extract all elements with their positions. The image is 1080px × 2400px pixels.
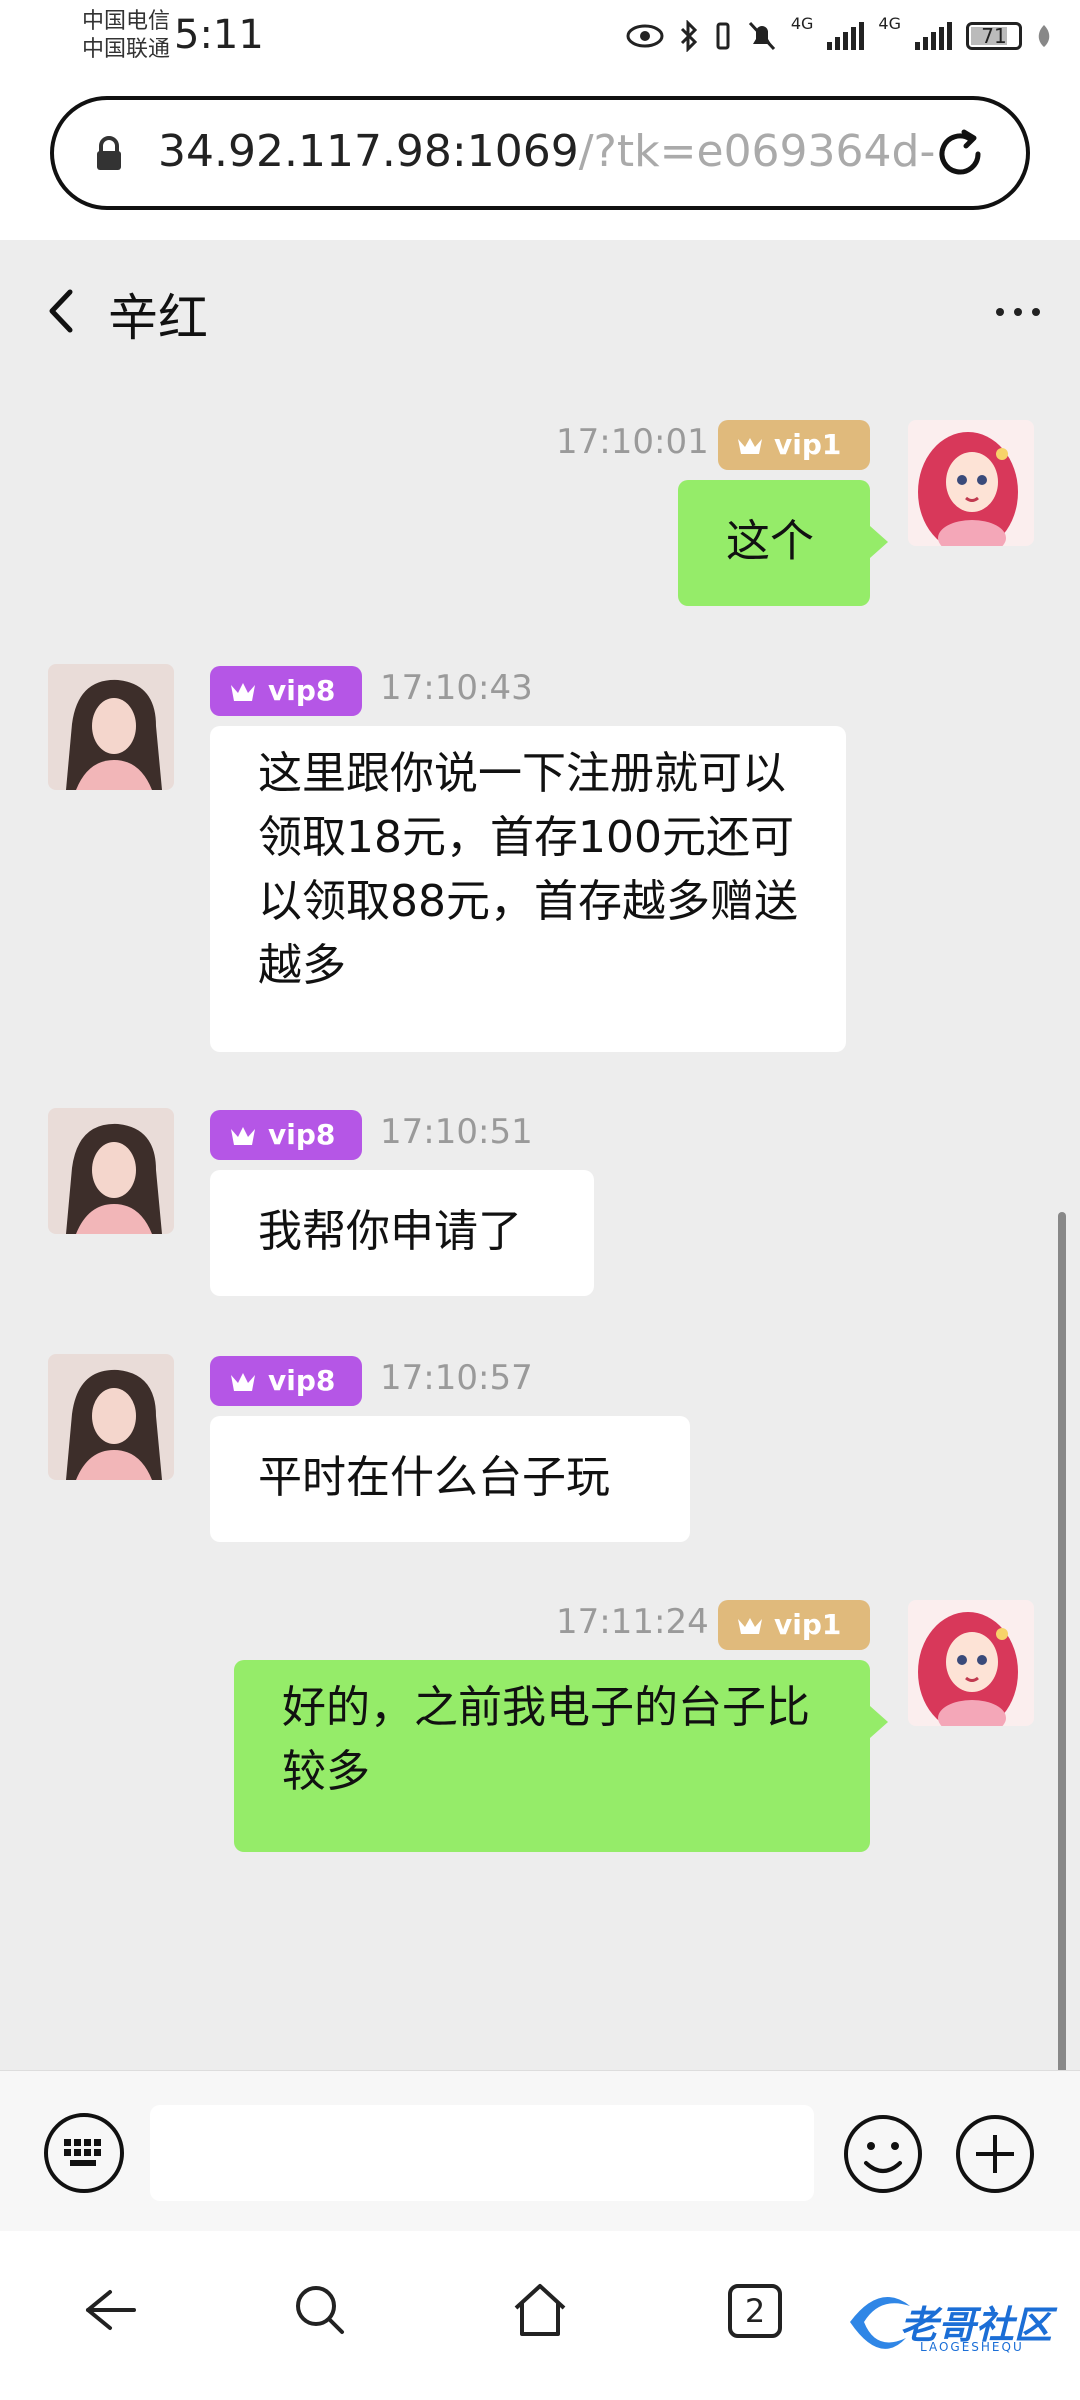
battery-icon: 71 — [966, 22, 1022, 50]
vip-level: vip8 — [268, 1364, 336, 1397]
avatar-contact[interactable] — [48, 1354, 174, 1480]
vip-level: vip8 — [268, 674, 336, 707]
message-bubble-outgoing[interactable]: 这个 — [678, 480, 870, 606]
carrier-2: 中国联通 — [82, 37, 171, 62]
bubble-tail — [870, 1706, 888, 1738]
avatar-cartoon-image — [908, 1600, 1034, 1726]
message-timestamp: 17:10:43 — [380, 668, 533, 708]
avatar-self[interactable] — [908, 420, 1034, 546]
vip-badge: vip8 — [210, 1356, 362, 1406]
carrier-info: 中国电信 中国联通 — [82, 8, 170, 64]
url-text[interactable]: 34.92.117.98:1069/?tk=e069364d- — [158, 126, 938, 177]
vip-crown-icon — [738, 1618, 762, 1634]
signal-icon — [827, 22, 865, 50]
vip-badge: vip8 — [210, 666, 362, 716]
emoji-icon[interactable] — [842, 2113, 924, 2195]
vip-crown-icon — [231, 683, 255, 701]
scrollbar[interactable] — [1058, 1212, 1066, 2208]
back-icon[interactable] — [76, 2278, 140, 2342]
vip-level: vip8 — [268, 1118, 336, 1151]
bluetooth-icon — [680, 20, 697, 52]
message-timestamp: 17:11:24 — [556, 1602, 709, 1642]
vip-crown-icon — [231, 1127, 255, 1145]
avatar-photo-image — [48, 664, 174, 790]
vip-badge: vip1 — [718, 420, 870, 470]
add-attachment-icon[interactable] — [954, 2113, 1036, 2195]
vip-level: vip1 — [774, 428, 842, 461]
status-icons: 4G 4G 71 — [625, 14, 1052, 58]
contact-name: 辛红 — [108, 289, 208, 347]
carrier-1: 中国电信 — [82, 9, 171, 34]
eye-icon — [626, 24, 664, 48]
network-label-2: 4G — [878, 14, 901, 33]
vip-crown-icon — [738, 438, 762, 454]
watermark-subtext: LAOGESHEQU — [920, 2340, 1024, 2354]
vip-level: vip1 — [774, 1608, 842, 1641]
message-input[interactable] — [150, 2105, 814, 2201]
url-path: /?tk=e069364d- — [578, 126, 936, 177]
status-time: 5:11 — [174, 12, 264, 58]
browser-nav-bar: 2 老哥社区 LAOGESHEQU — [0, 2232, 1080, 2400]
reload-icon[interactable] — [930, 124, 990, 184]
lock-icon — [97, 136, 121, 170]
avatar-contact[interactable] — [48, 664, 174, 790]
vip-badge: vip8 — [210, 1110, 362, 1160]
url-bar[interactable]: 34.92.117.98:1069/?tk=e069364d- — [50, 96, 1030, 210]
home-icon[interactable] — [508, 2278, 572, 2342]
avatar-cartoon-image — [908, 420, 1034, 546]
vibrate-icon — [716, 22, 730, 50]
search-icon[interactable] — [288, 2278, 352, 2342]
message-timestamp: 17:10:01 — [556, 422, 709, 462]
message-timestamp: 17:10:51 — [380, 1112, 533, 1152]
message-bubble-outgoing[interactable]: 好的，之前我电子的台子比较多 — [234, 1660, 870, 1852]
leaf-icon — [1038, 25, 1050, 47]
watermark-logo: 老哥社区 LAOGESHEQU — [840, 2282, 1070, 2366]
chat-area[interactable]: 辛红 17:10:01 vip1 这个 vip8 17:10:43 这里跟你说一… — [0, 240, 1080, 2070]
back-arrow-icon[interactable] — [46, 288, 74, 334]
avatar-self[interactable] — [908, 1600, 1034, 1726]
input-bar — [0, 2070, 1080, 2231]
message-bubble-incoming[interactable]: 我帮你申请了 — [210, 1170, 594, 1296]
avatar-contact[interactable] — [48, 1108, 174, 1234]
chat-header: 辛红 — [0, 240, 1080, 360]
keyboard-toggle-button[interactable] — [44, 2113, 124, 2193]
more-options-icon[interactable] — [996, 308, 1040, 316]
avatar-photo-image — [48, 1108, 174, 1234]
keyboard-icon — [64, 2139, 101, 2166]
bubble-tail — [870, 526, 888, 558]
message-bubble-incoming[interactable]: 这里跟你说一下注册就可以领取18元，首存100元还可以领取88元，首存越多赠送越… — [210, 726, 846, 1052]
avatar-photo-image — [48, 1354, 174, 1480]
url-host: 34.92.117.98:1069 — [158, 126, 579, 177]
network-label-1: 4G — [790, 14, 814, 33]
mute-bell-icon — [748, 21, 775, 51]
message-bubble-incoming[interactable]: 平时在什么台子玩 — [210, 1416, 690, 1542]
vip-crown-icon — [231, 1373, 255, 1391]
vip-badge: vip1 — [718, 1600, 870, 1650]
message-timestamp: 17:10:57 — [380, 1358, 533, 1398]
battery-level: 71 — [981, 24, 1007, 48]
status-bar: 中国电信 中国联通 5:11 4G 4G 71 — [0, 0, 1080, 72]
signal-icon — [915, 22, 952, 50]
tabs-button[interactable]: 2 — [728, 2284, 782, 2338]
